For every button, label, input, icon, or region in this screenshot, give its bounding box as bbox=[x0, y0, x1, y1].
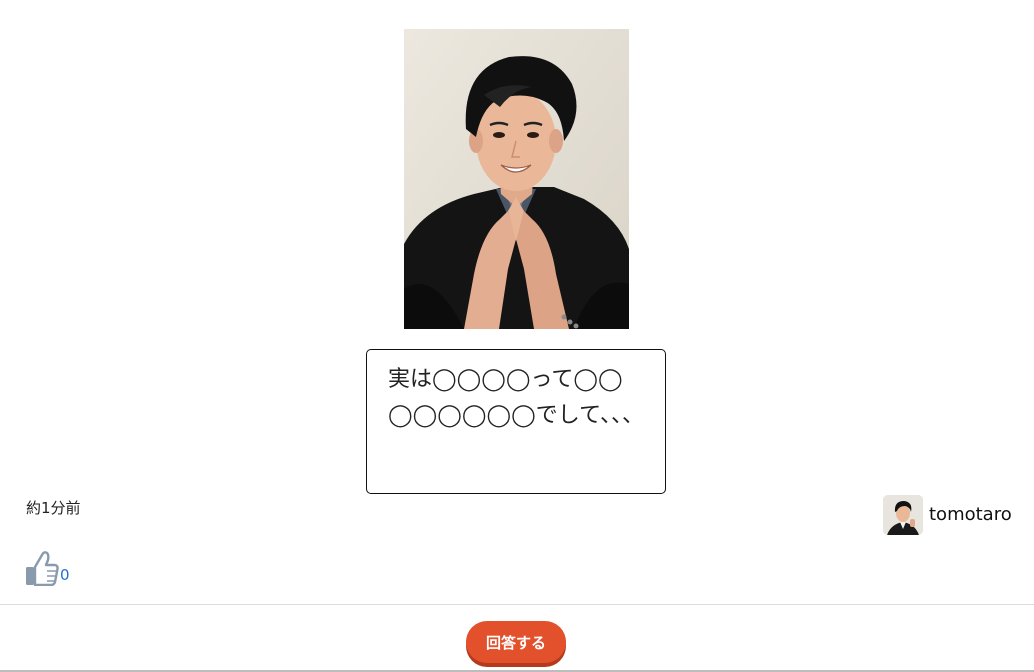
post-photo bbox=[404, 29, 629, 329]
footer-divider bbox=[0, 604, 1034, 605]
like-button[interactable]: 0 bbox=[25, 550, 70, 586]
post-timestamp: 約1分前 bbox=[26, 499, 81, 517]
speech-box: 実は◯◯◯◯って◯◯◯◯◯◯◯◯でして、、、 bbox=[366, 349, 666, 494]
like-count: 0 bbox=[60, 566, 70, 584]
user-profile[interactable]: tomotaro bbox=[883, 494, 1012, 535]
post-page: 実は◯◯◯◯って◯◯◯◯◯◯◯◯でして、、、 約1分前 tomotaro 0 回… bbox=[0, 0, 1034, 672]
avatar[interactable] bbox=[883, 494, 923, 535]
username[interactable]: tomotaro bbox=[929, 504, 1012, 525]
thumbs-up-icon[interactable] bbox=[25, 550, 59, 586]
answer-button[interactable]: 回答する bbox=[466, 621, 566, 663]
